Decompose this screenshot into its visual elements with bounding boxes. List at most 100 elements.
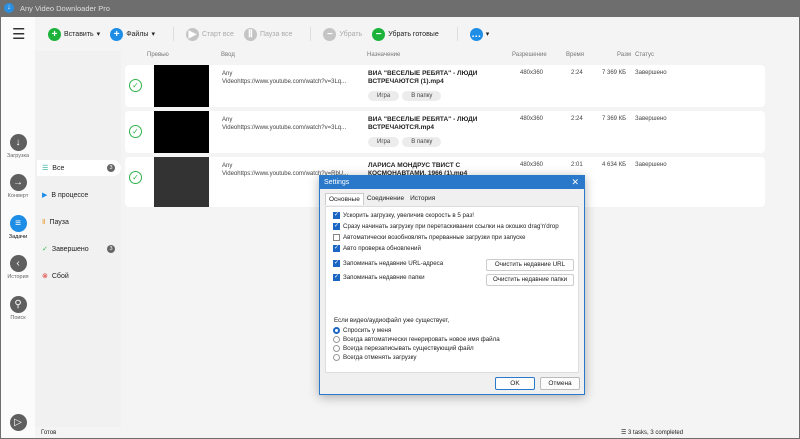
remember-folders-checkbox[interactable]: ✓ Запоминать недавние папки (333, 274, 425, 281)
hamburger-menu-icon[interactable]: ☰ (12, 25, 25, 43)
play-button[interactable]: Игра (368, 91, 400, 101)
radio-ask[interactable]: Спросить у меня (333, 327, 391, 334)
src-line: Videohttps://www.youtube.com/watch?v=3Lq… (222, 79, 347, 85)
settings-panel: ✓ Ускорить загрузку, увеличив скорость в … (325, 206, 579, 373)
ok-button[interactable]: OK (495, 377, 535, 390)
files-button[interactable]: + Файлы ▾ (110, 27, 155, 41)
thumbnail (154, 65, 209, 107)
dragdrop-checkbox[interactable]: ✓ Сразу начинать загрузку при перетаскива… (333, 223, 559, 230)
speedup-checkbox[interactable]: ✓ Ускорить загрузку, увеличив скорость в … (333, 212, 474, 219)
pause-icon: Ⅱ (42, 219, 46, 226)
start-all-button[interactable]: ▶ Старт все (185, 27, 234, 41)
remove-button[interactable]: − Убрать (323, 27, 363, 41)
col-dest: Назначение (367, 52, 401, 58)
tab-connection[interactable]: Соединение (364, 193, 407, 205)
size: 7 369 КБ (602, 70, 627, 76)
tab-general[interactable]: Основные (325, 193, 364, 205)
label: Всегда отменять загрузку (343, 354, 417, 361)
size: 4 634 КБ (602, 162, 627, 168)
label: Пауза все (259, 30, 293, 38)
nav-convert[interactable]: → Конверт (1, 174, 35, 199)
check-circle-icon: ✓ (129, 171, 142, 184)
col-input: Ввод (221, 52, 235, 58)
clear-folders-button[interactable]: Очистить недавние папки (486, 274, 574, 286)
app-icon: ↓ (4, 3, 14, 13)
resolution: 480x360 (520, 70, 544, 76)
thumbnail (154, 111, 209, 153)
filter-label: Пауза (49, 218, 69, 226)
play-icon: ▷ (9, 414, 27, 431)
filter-panel: ☰ Все 3 ▶ В процессе Ⅱ Пауза ✓ Завершено 3 ⊗ Сб… (35, 17, 121, 427)
dialog-titlebar: Settings ✕ (320, 176, 584, 189)
clear-urls-button[interactable]: Очистить недавние URL (486, 259, 574, 271)
check-icon: ✓ (42, 246, 48, 253)
more-button[interactable]: … ▾ (469, 27, 489, 41)
remove-done-button[interactable]: − Убрать готовые (372, 27, 439, 41)
nav-label: Задачи (8, 234, 28, 240)
label: Авто проверка обновлений (343, 245, 421, 252)
label: Вставить (64, 30, 94, 38)
filter-in-progress[interactable]: ▶ В процессе (37, 187, 121, 203)
label: Убрать готовые (388, 30, 439, 38)
checkbox-icon: ✓ (333, 223, 340, 230)
remember-urls-checkbox[interactable]: ✓ Запоминать недавние URL-адреса (333, 260, 443, 267)
cancel-button[interactable]: Отмена (540, 377, 580, 390)
minus-icon: − (323, 27, 337, 41)
nav-label: Поиск (10, 315, 26, 321)
radio-icon (333, 336, 340, 343)
paste-button[interactable]: + Вставить ▾ (48, 27, 100, 41)
radio-rename[interactable]: Всегда автоматически генерировать новое … (333, 336, 500, 343)
nav-search[interactable]: ⚲ Поиск (1, 296, 35, 321)
label: Убрать (339, 30, 363, 38)
search-icon: ⚲ (9, 296, 27, 313)
status-bar: Готов ☰ 3 tasks, 3 completed (35, 427, 799, 438)
nav-tasks[interactable]: ≡ Задачи (1, 215, 35, 240)
label: Сразу начинать загрузку при перетаскиван… (343, 223, 559, 230)
list-icon: ≡ (9, 215, 27, 232)
table-row[interactable]: ✓ Any Videohttps://www.youtube.com/watch?… (125, 65, 765, 107)
radio-cancel[interactable]: Всегда отменять загрузку (333, 354, 417, 361)
label: Автоматически возобновлять прерванные за… (343, 234, 526, 241)
download-icon: ↓ (9, 134, 27, 151)
radio-icon (333, 345, 340, 352)
open-folder-button[interactable]: В папку (402, 91, 442, 101)
close-icon[interactable]: ✕ (571, 177, 579, 188)
col-status: Статус (635, 52, 654, 58)
play-button[interactable]: ▷ (1, 414, 35, 433)
pause-icon: Ⅱ (243, 27, 257, 41)
chevron-left-icon: ‹ (9, 255, 27, 272)
list-icon: ☰ (42, 165, 49, 172)
destination: ВИА "ВЕСЕЛЫЕ РЕБЯТА" - ЛЮДИ ВСТРЕЧАЮТСЯ … (368, 70, 478, 85)
thumbnail (154, 157, 209, 207)
play-button[interactable]: Игра (368, 137, 400, 147)
filter-paused[interactable]: Ⅱ Пауза (37, 214, 121, 230)
count-badge: 3 (107, 164, 115, 172)
pause-all-button[interactable]: Ⅱ Пауза все (243, 27, 293, 41)
radio-overwrite[interactable]: Всегда перезаписывать существующий файл (333, 345, 474, 352)
dialog-title: Settings (324, 179, 350, 186)
filter-completed[interactable]: ✓ Завершено 3 (37, 241, 121, 257)
tab-history[interactable]: История (407, 193, 438, 205)
divider (456, 27, 458, 41)
nav-history[interactable]: ‹ История (1, 255, 35, 280)
src-line: Videohttps://www.youtube.com/watch?v=3Lq… (222, 125, 347, 131)
filter-failed[interactable]: ⊗ Сбой (37, 268, 121, 284)
resolution: 480x360 (520, 116, 544, 122)
label: Всегда автоматически генерировать новое … (343, 336, 500, 343)
plus-icon: + (110, 27, 124, 41)
table-row[interactable]: ✓ Any Videohttps://www.youtube.com/watch?… (125, 111, 765, 153)
minus-icon: − (372, 27, 386, 41)
summary-text: 3 tasks, 3 completed (628, 430, 684, 436)
divider (172, 27, 174, 41)
count-badge: 3 (107, 245, 115, 253)
nav-download[interactable]: ↓ Загрузка (1, 134, 35, 159)
autoupdate-checkbox[interactable]: ✓ Авто проверка обновлений (333, 245, 421, 252)
more-icon: … (469, 27, 483, 41)
list-icon: ☰ (621, 430, 629, 436)
filter-label: В процессе (51, 191, 89, 199)
resume-checkbox[interactable]: Автоматически возобновлять прерванные за… (333, 234, 525, 241)
divider (310, 27, 312, 41)
title-bar: ↓ Any Video Downloader Pro (0, 0, 800, 17)
open-folder-button[interactable]: В папку (402, 137, 442, 147)
filter-all[interactable]: ☰ Все 3 (37, 160, 121, 176)
